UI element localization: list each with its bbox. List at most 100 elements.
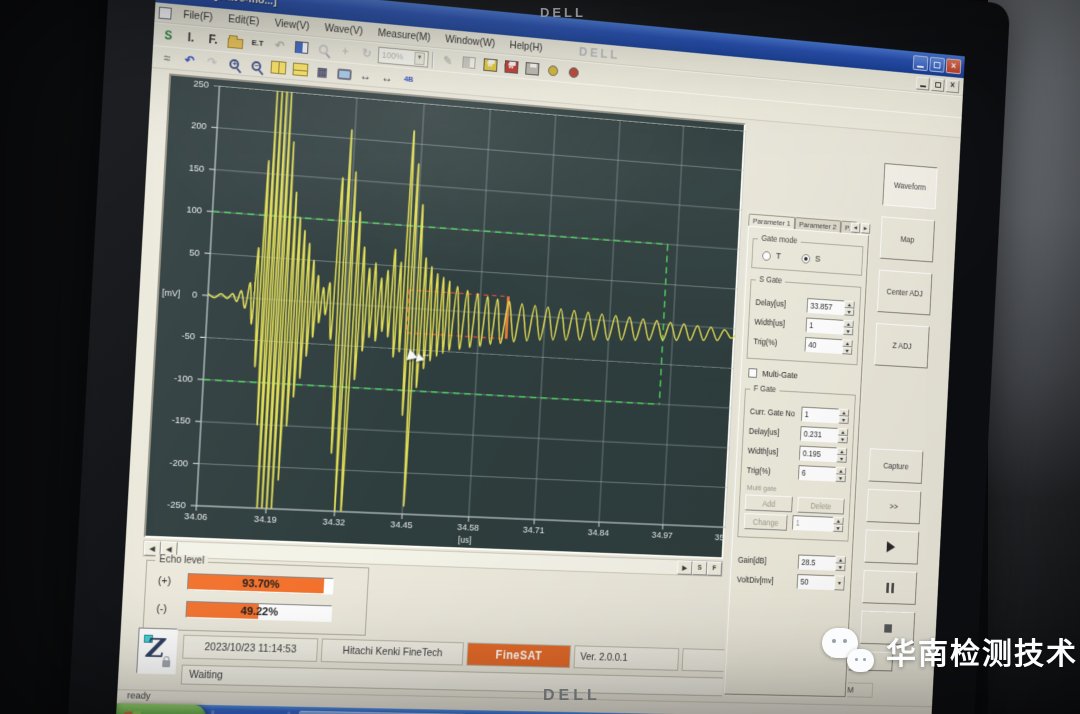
zoom-out-icon[interactable]: −: [245, 55, 267, 77]
param-input-f-gate-widthus[interactable]: 0.195: [799, 446, 837, 463]
stamp-yellow-icon[interactable]: [542, 60, 563, 81]
taskbar-task-finesat[interactable]: FineSAT - [Wave-mo...: [298, 710, 466, 714]
param-row-s-gate-delayus: Delay[us]33.857: [755, 295, 855, 316]
image-f-icon[interactable]: F.: [202, 29, 224, 51]
side-button-map[interactable]: Map: [880, 216, 935, 262]
photo-background: FineSAT - [Wave-mo...] × File(F)Edit(E)V…: [0, 0, 1080, 714]
spin-down-icon[interactable]: [835, 563, 846, 571]
scroll-mode-f-button[interactable]: F: [707, 561, 723, 576]
export-et-icon[interactable]: E.T: [247, 33, 269, 55]
side-button--[interactable]: >>: [866, 489, 921, 524]
y-tick-label: -250: [150, 499, 186, 511]
finesat-s-icon[interactable]: S: [157, 25, 180, 47]
param-row-f-gate-currgateno: Curr. Gate No 1: [750, 404, 850, 424]
open-folder-icon[interactable]: [224, 31, 246, 53]
param-input-f-gate-currgateno[interactable]: 1: [801, 407, 839, 424]
minimize-button[interactable]: [913, 55, 929, 71]
mdi-restore-button[interactable]: [931, 77, 945, 91]
param-label-gain: Gain[dB]: [738, 555, 767, 565]
undo-icon[interactable]: ↶: [178, 49, 201, 71]
tab-scroll-right-button[interactable]: ▶: [861, 223, 871, 234]
param-input-s-gate-delayus[interactable]: 33.857: [807, 298, 845, 315]
spin-down-icon[interactable]: [836, 455, 847, 463]
mdi-close-button[interactable]: ×: [946, 79, 960, 93]
menu-item-help[interactable]: Help(H): [503, 36, 549, 56]
side-button-waveform[interactable]: Waveform: [882, 163, 937, 209]
wave-tool-icon[interactable]: ≈: [156, 47, 179, 69]
monitor-icon[interactable]: [333, 63, 355, 84]
pencil-icon[interactable]: ✎: [437, 50, 458, 71]
measure-span-icon[interactable]: ↔: [376, 67, 398, 88]
radio-gate-t[interactable]: [762, 251, 771, 261]
param-label-s-gate-trig: Trig(%): [753, 337, 777, 348]
gate-mode-group: Gate modeTS: [751, 238, 863, 276]
side-button-center-adj[interactable]: Center ADJ: [877, 270, 932, 316]
client-area: 250200150100500[mV]-50-100-150-200-250 ↔…: [118, 68, 961, 705]
menu-item-wave[interactable]: Wave(V): [318, 19, 370, 39]
maximize-button[interactable]: [929, 57, 945, 73]
change-gate-button[interactable]: Change: [744, 513, 788, 531]
add-gate-button[interactable]: Add: [745, 494, 793, 512]
layout-window-icon[interactable]: [291, 37, 313, 58]
spin-down-icon[interactable]: [843, 327, 853, 335]
scroll-mode-s-button[interactable]: S: [692, 561, 708, 576]
spin-down-icon[interactable]: [833, 524, 844, 532]
waveform-grid[interactable]: ↔: [190, 85, 746, 540]
window-gray-icon[interactable]: [458, 52, 479, 73]
image-i-icon[interactable]: I.: [180, 27, 203, 49]
redo-icon[interactable]: ↷: [201, 51, 223, 73]
refresh-tool-icon[interactable]: ↻: [356, 43, 378, 64]
parameter-page: Gate modeTSS GateDelay[us]33.857Width[us…: [724, 226, 869, 697]
badge-4b-icon[interactable]: 4B: [398, 68, 420, 89]
side-button-capture[interactable]: Capture: [868, 448, 923, 484]
measure-width-icon[interactable]: ↔: [355, 65, 377, 86]
start-button[interactable]: start: [115, 703, 207, 714]
x-tick-label: 34.84: [580, 527, 616, 539]
mdi-minimize-button[interactable]: [916, 76, 930, 90]
param-input-s-gate-trig[interactable]: 40: [805, 337, 843, 354]
zoom-in-icon[interactable]: +: [223, 53, 245, 75]
zoom-tool-icon[interactable]: [313, 39, 335, 60]
undo-gray-icon[interactable]: ↶: [269, 35, 291, 57]
stamp-red-icon[interactable]: [563, 62, 584, 83]
menu-item-file[interactable]: File(F): [176, 6, 220, 26]
spin-down-icon[interactable]: [835, 474, 846, 482]
voltdiv-select[interactable]: 50: [797, 574, 835, 590]
menu-item-edit[interactable]: Edit(E): [221, 10, 266, 30]
chevron-down-icon[interactable]: [834, 575, 845, 590]
spin-down-icon[interactable]: [838, 416, 849, 424]
save-gray-icon[interactable]: [521, 58, 542, 79]
delete-gate-button[interactable]: Delete: [797, 497, 844, 515]
radio-label-s: S: [815, 254, 821, 265]
tile-vertical-icon[interactable]: [267, 57, 289, 78]
close-button[interactable]: ×: [946, 58, 962, 74]
multi-gate-checkbox[interactable]: [748, 368, 757, 378]
param-input-s-gate-widthus[interactable]: 1: [806, 317, 844, 334]
screen: FineSAT - [Wave-mo...] × File(F)Edit(E)V…: [115, 0, 965, 714]
radio-gate-s[interactable]: [801, 253, 810, 263]
spin-down-icon[interactable]: [842, 347, 853, 355]
side-button-z-adj[interactable]: Z ADJ: [874, 323, 929, 369]
param-input-gain[interactable]: 28.5: [798, 555, 836, 571]
y-tick-label: -100: [157, 372, 193, 385]
side-button-play-icon[interactable]: [864, 529, 919, 564]
tile-horizontal-icon[interactable]: [289, 59, 311, 80]
spin-down-icon[interactable]: [844, 308, 854, 316]
x-tick-label: 34.32: [315, 516, 353, 528]
menu-item-view[interactable]: View(V): [267, 14, 316, 34]
spin-down-icon[interactable]: [837, 435, 848, 443]
param-label-f-gate-currgateno: Curr. Gate No: [750, 407, 795, 419]
pointer-tool-icon[interactable]: +: [334, 41, 356, 62]
param-input-f-gate-trig[interactable]: 6: [798, 465, 836, 482]
tab-scroll-left-button[interactable]: ◀: [851, 222, 861, 233]
scroll-right-button[interactable]: ▶: [677, 560, 693, 575]
param-input-f-gate-delayus[interactable]: 0.231: [800, 426, 838, 443]
y-tick-label: 200: [171, 119, 207, 133]
chevron-down-icon[interactable]: ▼: [414, 51, 425, 64]
save-wave-red-icon[interactable]: W: [500, 56, 521, 77]
data-table-icon[interactable]: ▦: [311, 61, 333, 82]
save-wave-yellow-icon[interactable]: W: [479, 54, 500, 75]
change-gate-number-input[interactable]: 1: [792, 515, 834, 532]
param-row-voltdiv: VoltDiv[mv]50: [736, 572, 844, 591]
side-button-pause-icon[interactable]: [862, 570, 917, 605]
